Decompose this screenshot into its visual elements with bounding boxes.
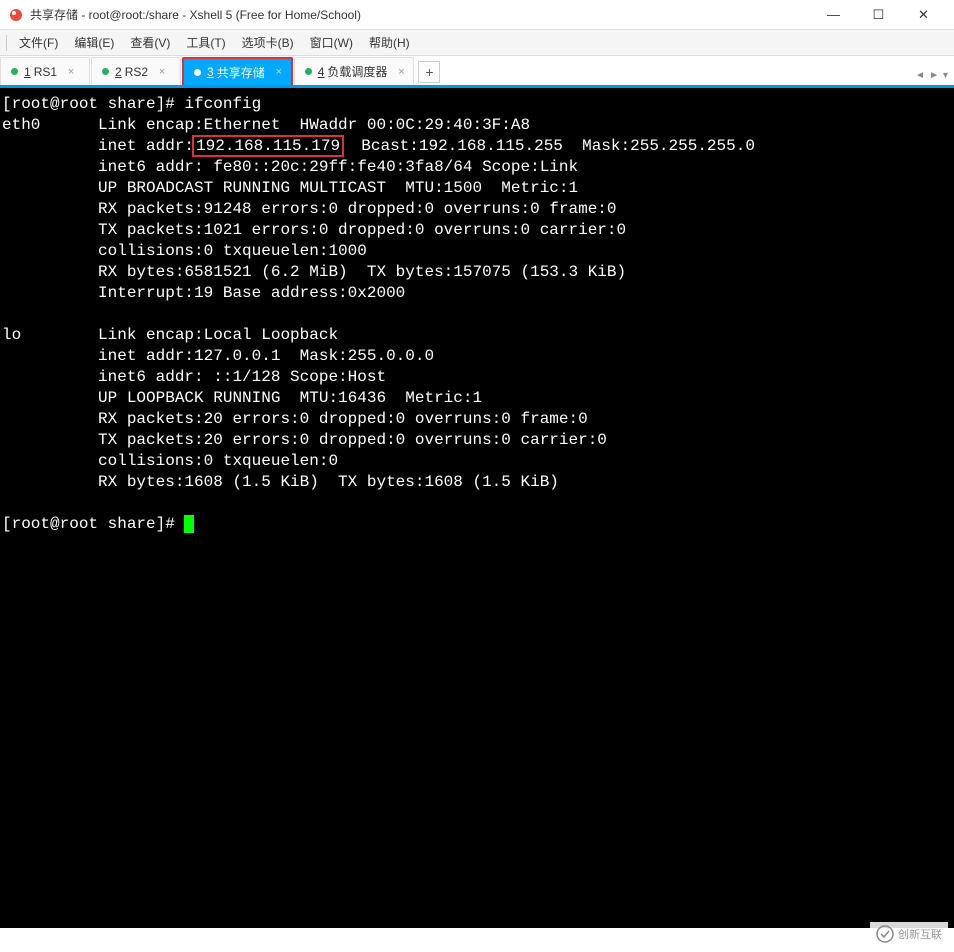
terminal-line: RX bytes:1608 (1.5 KiB) TX bytes:1608 (1… bbox=[98, 473, 559, 491]
watermark: 创新互联 bbox=[870, 922, 948, 946]
tab-nav-right-icon[interactable]: ► bbox=[927, 70, 941, 81]
terminal-line: Link encap:Ethernet HWaddr 00:0C:29:40:3… bbox=[98, 116, 530, 134]
connection-status-icon bbox=[194, 69, 201, 76]
terminal-line: inet addr: bbox=[98, 137, 194, 155]
tab-scheduler[interactable]: 4 负载调度器 × bbox=[294, 57, 415, 85]
terminal-line: inet6 addr: fe80::20c:29ff:fe40:3fa8/64 … bbox=[98, 158, 578, 176]
highlighted-ip: 192.168.115.179 bbox=[192, 135, 344, 157]
window-title: 共享存储 - root@root:/share - Xshell 5 (Free… bbox=[30, 6, 811, 23]
terminal-prompt: [root@root share]# bbox=[2, 515, 184, 533]
tab-close-icon[interactable]: × bbox=[156, 66, 168, 78]
close-button[interactable]: ✕ bbox=[901, 0, 946, 30]
connection-status-icon bbox=[102, 68, 109, 75]
terminal-line: UP LOOPBACK RUNNING MTU:16436 Metric:1 bbox=[98, 389, 482, 407]
iface-label: eth0 bbox=[2, 116, 40, 134]
menu-tools[interactable]: 工具(T) bbox=[178, 30, 233, 55]
maximize-button[interactable]: ☐ bbox=[856, 0, 901, 30]
tab-number: 1 bbox=[24, 65, 31, 79]
terminal-line: RX bytes:6581521 (6.2 MiB) TX bytes:1570… bbox=[98, 263, 626, 281]
tab-rs2[interactable]: 2 RS2 × bbox=[91, 57, 181, 85]
terminal-line: RX packets:91248 errors:0 dropped:0 over… bbox=[98, 200, 616, 218]
terminal-line: UP BROADCAST RUNNING MULTICAST MTU:1500 … bbox=[98, 179, 578, 197]
menu-edit[interactable]: 编辑(E) bbox=[66, 30, 122, 55]
tab-label: 负载调度器 bbox=[327, 63, 387, 80]
watermark-logo-icon bbox=[876, 925, 894, 943]
terminal-line: Interrupt:19 Base address:0x2000 bbox=[98, 284, 405, 302]
app-icon bbox=[8, 7, 24, 23]
terminal-prompt: [root@root share]# bbox=[2, 95, 184, 113]
terminal-line: RX packets:20 errors:0 dropped:0 overrun… bbox=[98, 410, 588, 428]
tab-close-icon[interactable]: × bbox=[395, 66, 407, 78]
watermark-text: 创新互联 bbox=[898, 926, 942, 942]
menubar-divider bbox=[6, 35, 7, 51]
menu-window[interactable]: 窗口(W) bbox=[302, 30, 361, 55]
window-controls: — ☐ ✕ bbox=[811, 0, 946, 30]
tabbar: 1 RS1 × 2 RS2 × 3 共享存储 × 4 负载调度器 × + ◄ ►… bbox=[0, 56, 954, 88]
tab-nav: ◄ ► ▾ bbox=[913, 70, 950, 81]
tab-close-icon[interactable]: × bbox=[273, 66, 285, 78]
tab-number: 3 bbox=[207, 65, 214, 79]
terminal-line: Bcast:192.168.115.255 Mask:255.255.255.0 bbox=[342, 137, 755, 155]
terminal-line: TX packets:20 errors:0 dropped:0 overrun… bbox=[98, 431, 607, 449]
terminal-line: collisions:0 txqueuelen:0 bbox=[98, 452, 338, 470]
tab-rs1[interactable]: 1 RS1 × bbox=[0, 57, 90, 85]
menu-help[interactable]: 帮助(H) bbox=[361, 30, 418, 55]
terminal-line: inet6 addr: ::1/128 Scope:Host bbox=[98, 368, 386, 386]
minimize-button[interactable]: — bbox=[811, 0, 856, 30]
terminal-line: TX packets:1021 errors:0 dropped:0 overr… bbox=[98, 221, 626, 239]
tab-close-icon[interactable]: × bbox=[65, 66, 77, 78]
terminal[interactable]: [root@root share]# ifconfig eth0 Link en… bbox=[0, 88, 954, 928]
terminal-line: collisions:0 txqueuelen:1000 bbox=[98, 242, 367, 260]
tab-label: RS1 bbox=[34, 65, 57, 79]
tab-number: 4 bbox=[318, 65, 325, 79]
terminal-line: Link encap:Local Loopback bbox=[98, 326, 338, 344]
tab-nav-menu-icon[interactable]: ▾ bbox=[941, 70, 950, 81]
terminal-line: inet addr:127.0.0.1 Mask:255.0.0.0 bbox=[98, 347, 434, 365]
connection-status-icon bbox=[305, 68, 312, 75]
new-tab-button[interactable]: + bbox=[418, 61, 440, 83]
titlebar: 共享存储 - root@root:/share - Xshell 5 (Free… bbox=[0, 0, 954, 30]
menu-tabs[interactable]: 选项卡(B) bbox=[234, 30, 302, 55]
tab-nav-left-icon[interactable]: ◄ bbox=[913, 70, 927, 81]
tab-number: 2 bbox=[115, 65, 122, 79]
tab-label: RS2 bbox=[125, 65, 148, 79]
terminal-command: ifconfig bbox=[184, 95, 261, 113]
iface-label: lo bbox=[2, 326, 21, 344]
menubar: 文件(F) 编辑(E) 查看(V) 工具(T) 选项卡(B) 窗口(W) 帮助(… bbox=[0, 30, 954, 56]
connection-status-icon bbox=[11, 68, 18, 75]
terminal-cursor bbox=[184, 515, 194, 533]
tab-label: 共享存储 bbox=[217, 64, 265, 81]
menu-view[interactable]: 查看(V) bbox=[122, 30, 178, 55]
menu-file[interactable]: 文件(F) bbox=[11, 30, 66, 55]
tab-shared-storage[interactable]: 3 共享存储 × bbox=[182, 57, 293, 85]
